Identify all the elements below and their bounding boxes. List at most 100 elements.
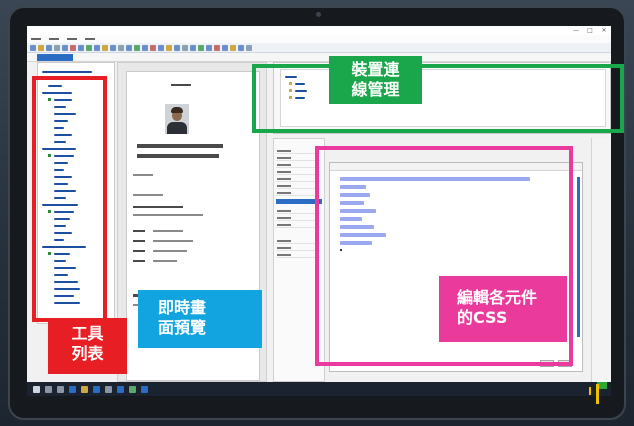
css-editor-label-line2: 的CSS [457, 308, 508, 327]
explorer-icon[interactable] [81, 385, 88, 393]
mail-icon[interactable] [105, 385, 112, 393]
property-row[interactable] [276, 216, 320, 221]
property-row[interactable] [276, 246, 320, 251]
photo-hair [171, 107, 183, 113]
toolbar-icon[interactable] [70, 44, 76, 51]
photo-body [167, 122, 187, 134]
toolbar-icon[interactable] [182, 44, 188, 51]
app-icon[interactable] [117, 385, 124, 393]
property-row[interactable] [276, 223, 320, 228]
text-line [133, 240, 145, 242]
toolbar-icon[interactable] [110, 44, 116, 51]
window-controls: — □ ✕ [571, 26, 609, 35]
css-editor-label-line1: 編輯各元件 [457, 288, 538, 307]
toolbar-icon[interactable] [214, 44, 220, 51]
property-row[interactable] [276, 209, 320, 214]
toolbar-icon[interactable] [30, 44, 36, 51]
device-connection-label-line2: 線管理 [351, 80, 400, 99]
toolbar-icon[interactable] [102, 44, 108, 51]
property-row[interactable] [276, 253, 320, 258]
side-panel-strip [591, 138, 611, 382]
property-key [277, 247, 291, 249]
store-icon[interactable] [93, 385, 100, 393]
edge-icon[interactable] [69, 385, 76, 393]
toolbar-icon[interactable] [126, 44, 132, 51]
text-line [133, 250, 145, 252]
start-icon[interactable] [33, 385, 40, 393]
toolbar-icon[interactable] [206, 44, 212, 51]
property-key [277, 157, 291, 159]
toolbar-icon[interactable] [166, 44, 172, 51]
property-row[interactable] [276, 170, 320, 175]
toolbar-icon[interactable] [62, 44, 68, 51]
maximize-button[interactable]: □ [585, 26, 595, 35]
property-key [277, 164, 291, 166]
text-line [153, 240, 193, 242]
toolbar-icon[interactable] [54, 44, 60, 51]
app-icon[interactable] [129, 385, 136, 393]
taskview-icon[interactable] [57, 385, 64, 393]
property-row[interactable] [276, 163, 320, 168]
live-preview-label-line2: 面預覽 [158, 318, 207, 337]
app-icon[interactable] [141, 385, 148, 393]
window-titlebar: — □ ✕ [27, 26, 611, 35]
toolbar-icon[interactable] [38, 44, 44, 51]
text-line [133, 174, 153, 176]
toolbar-icon[interactable] [150, 44, 156, 51]
toolbar-icon[interactable] [86, 44, 92, 51]
tool-list-label-line1: 工具 [71, 324, 104, 343]
menu-item[interactable] [85, 38, 95, 40]
camera-icon [316, 12, 321, 17]
property-row[interactable] [276, 191, 320, 196]
text-line [133, 206, 183, 208]
menu-item[interactable] [67, 38, 77, 40]
toolbar-icon[interactable] [118, 44, 124, 51]
minimize-button[interactable]: — [571, 26, 581, 35]
toolbar-icon[interactable] [158, 44, 164, 51]
toolbar-icon[interactable] [46, 44, 52, 51]
property-key [277, 185, 291, 187]
toolbar-icon[interactable] [230, 44, 236, 51]
text-line [153, 230, 183, 232]
text-line [153, 260, 177, 262]
text-line [133, 214, 203, 216]
property-row[interactable] [276, 184, 320, 189]
toolbar-icon[interactable] [246, 44, 252, 51]
toolbar-icon[interactable] [198, 44, 204, 51]
windows-taskbar [27, 382, 611, 396]
profile-photo [165, 104, 189, 134]
toolbar-icon[interactable] [134, 44, 140, 51]
property-row[interactable] [276, 177, 320, 182]
toolbar [27, 43, 611, 53]
toolbar-icon[interactable] [94, 44, 100, 51]
stylus-cursor [596, 384, 599, 404]
toolbar-icon[interactable] [238, 44, 244, 51]
text-line [133, 194, 163, 196]
toolbar-icon[interactable] [174, 44, 180, 51]
active-tab[interactable] [37, 54, 73, 61]
property-key [277, 217, 291, 219]
photo-background: — □ ✕ 工具 列表 即時畫 面預覽 裝置連 線管理 編輯各元件 的CSS [0, 0, 634, 426]
menu-item[interactable] [49, 38, 59, 40]
stylus-cursor [589, 387, 591, 395]
close-button[interactable]: ✕ [599, 26, 609, 35]
tool-list-label-line2: 列表 [71, 344, 104, 363]
property-row[interactable] [276, 239, 320, 244]
live-preview-label: 即時畫 面預覽 [138, 290, 262, 348]
property-row[interactable] [276, 156, 320, 161]
property-key [277, 192, 291, 194]
toolbar-icon[interactable] [142, 44, 148, 51]
toolbar-icon[interactable] [222, 44, 228, 51]
device-connection-label: 裝置連 線管理 [329, 56, 422, 104]
menu-bar [27, 35, 611, 43]
property-key [277, 210, 291, 212]
toolbar-icon[interactable] [190, 44, 196, 51]
editor-scrollbar[interactable] [577, 177, 580, 337]
property-row[interactable] [276, 149, 320, 154]
live-preview-label-line1: 即時畫 [158, 298, 207, 317]
property-key [277, 150, 291, 152]
tree-item[interactable] [42, 71, 92, 73]
search-icon[interactable] [45, 385, 52, 393]
toolbar-icon[interactable] [78, 44, 84, 51]
menu-item[interactable] [31, 38, 41, 40]
